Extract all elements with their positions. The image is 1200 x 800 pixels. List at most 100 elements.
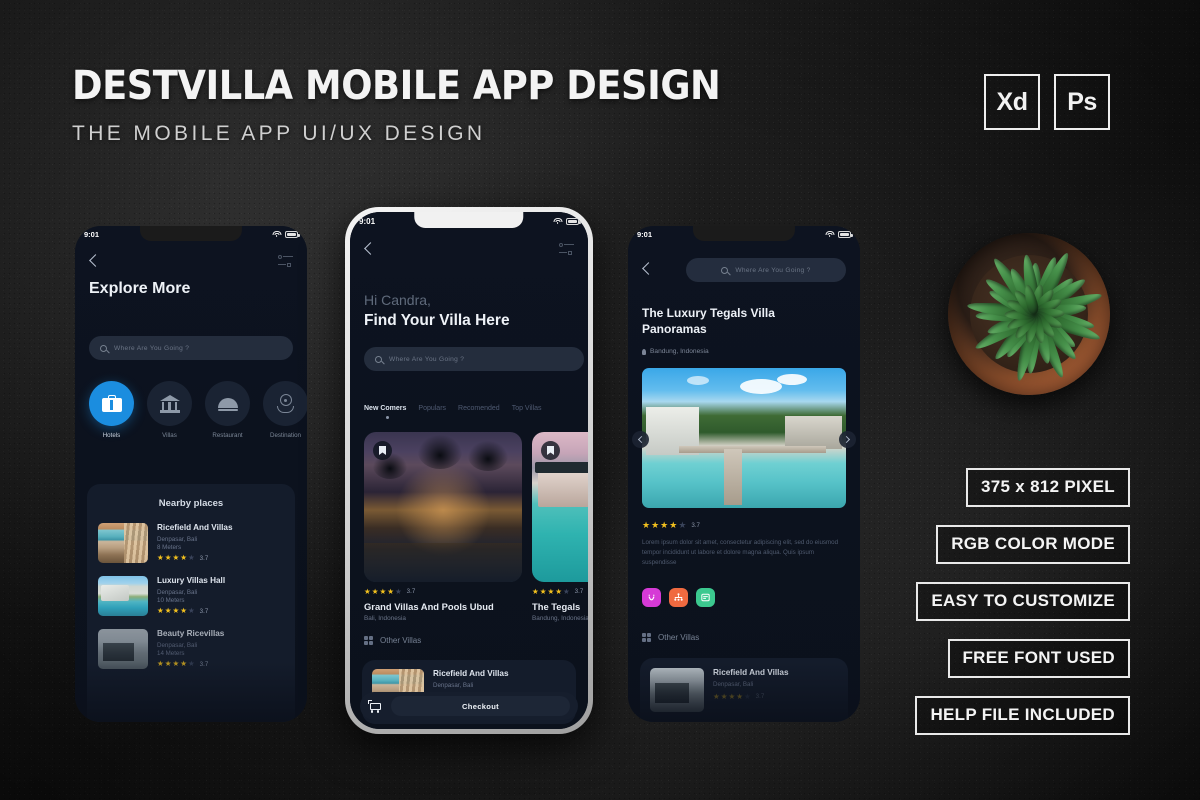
other-villas-label: Other Villas <box>380 636 422 645</box>
phone-right: 9:01 Where Are You Going ? The Luxury Te… <box>628 226 860 722</box>
page-title: DESTVILLA MOBILE APP DESIGN <box>72 63 721 109</box>
wifi-icon <box>825 230 834 238</box>
wifi-icon <box>553 217 562 225</box>
adobe-xd-icon: Xd <box>984 74 1040 130</box>
category-icon-wrap <box>147 381 192 426</box>
rating-value: 3.7 <box>755 693 765 700</box>
search-input[interactable]: Where Are You Going ? <box>89 336 293 360</box>
rating-value: 3.7 <box>199 660 209 668</box>
search-placeholder: Where Are You Going ? <box>389 355 465 363</box>
carousel-prev-button[interactable] <box>632 431 649 448</box>
place-name: Ricefield And Villas <box>433 669 509 678</box>
tab-recomended[interactable]: Recomended <box>458 405 500 412</box>
list-item[interactable]: Luxury Villas Hall Denpasar, Bali 10 Met… <box>98 576 284 616</box>
tab-top-villas[interactable]: Top Villas <box>512 405 542 412</box>
status-time: 9:01 <box>84 229 100 239</box>
category-destination[interactable]: Destination <box>263 381 307 439</box>
rating-value: 3.7 <box>691 522 700 529</box>
phone-center-screen: 9:01 Hi Candra, Find Your Villa Here Whe… <box>350 212 588 729</box>
other-villas-header[interactable]: Other Villas <box>642 633 699 642</box>
villa-detail-location: Bandung, Indonesia <box>650 348 709 355</box>
nearby-places-title: Nearby places <box>158 498 224 509</box>
status-indicators <box>553 217 581 225</box>
place-thumbnail <box>98 523 148 563</box>
list-item[interactable]: Beauty Ricevillas Denpasar, Bali 14 Mete… <box>98 629 284 669</box>
carousel-next-button[interactable] <box>839 431 856 448</box>
place-thumbnail <box>650 668 704 712</box>
category-label: Destination <box>270 432 301 439</box>
status-indicators <box>825 230 853 238</box>
category-list: Hotels Villas Restaurant Destination <box>89 381 307 439</box>
place-location: Denpasar, Bali <box>157 588 198 596</box>
battery-icon <box>838 230 853 238</box>
category-label: Restaurant <box>212 432 243 439</box>
villa-photo <box>532 432 588 582</box>
briefcase-icon <box>101 395 122 412</box>
bookmark-button[interactable] <box>373 441 392 460</box>
adobe-photoshop-icon: Ps <box>1054 74 1110 130</box>
search-input[interactable]: Where Are You Going ? <box>364 347 584 371</box>
villa-card[interactable]: ★ ★ ★ ★ ★ 3.7 The Tegals Bandung, Indonesia <box>532 432 588 622</box>
search-icon <box>375 355 382 363</box>
rating-value: 3.7 <box>199 607 209 615</box>
rating-stars: ★ ★ ★ ★ ★ 3.7 <box>157 659 209 669</box>
rating-stars: ★ ★ ★ ★ ★ 3.7 <box>713 691 765 701</box>
phone-left-screen: 9:01 Explore More Where Are You Going ? … <box>75 226 307 722</box>
villa-card[interactable]: ★ ★ ★ ★ ★ 3.7 Grand Villas And Pools Ubud Ba… <box>364 432 522 622</box>
checkout-button[interactable]: Checkout <box>391 696 570 716</box>
grid-icon <box>364 636 373 645</box>
top-bar <box>75 248 307 274</box>
villa-detail-location-row: Bandung, Indonesia <box>642 348 709 355</box>
filter-settings-icon[interactable] <box>278 254 293 269</box>
list-item[interactable]: Ricefield And Villas Denpasar, Bali 8 Me… <box>98 523 284 563</box>
back-chevron-icon[interactable] <box>642 262 651 277</box>
rating-stars: ★ ★ ★ ★ ★ 3.7 <box>157 553 209 563</box>
back-chevron-icon[interactable] <box>364 242 373 257</box>
place-name: Ricefield And Villas <box>713 668 789 677</box>
phone-left: 9:01 Explore More Where Are You Going ? … <box>75 226 307 722</box>
villa-name: Grand Villas And Pools Ubud <box>364 600 494 612</box>
page-heading: Explore More <box>89 280 191 297</box>
place-name: Beauty Ricevillas <box>157 629 225 638</box>
villa-location: Bali, Indonesia <box>364 614 406 622</box>
category-villas[interactable]: Villas <box>147 381 192 439</box>
location-pin-icon <box>276 394 295 413</box>
page-heading: Find Your Villa Here <box>364 312 510 329</box>
feature-badge: RGB COLOR MODE <box>936 525 1130 564</box>
place-distance: 14 Meters <box>157 650 185 658</box>
phone-center-body: 9:01 Hi Candra, Find Your Villa Here Whe… <box>350 212 588 729</box>
amenity-pink-icon[interactable] <box>642 588 661 607</box>
rating-value: 3.7 <box>406 588 416 596</box>
phone-right-body: 9:01 Where Are You Going ? The Luxury Te… <box>628 226 860 722</box>
category-restaurant[interactable]: Restaurant <box>205 381 250 439</box>
shopping-cart-icon[interactable] <box>368 699 382 713</box>
bookmark-button[interactable] <box>541 441 560 460</box>
amenity-green-icon[interactable] <box>696 588 715 607</box>
nearby-places-panel: Nearby places Ricefield And Villas Denpa… <box>87 484 295 722</box>
category-icon-wrap <box>89 381 134 426</box>
feature-badge: HELP FILE INCLUDED <box>915 696 1130 735</box>
status-bar: 9:01 <box>75 226 307 242</box>
back-chevron-icon[interactable] <box>89 254 98 269</box>
category-icon-wrap <box>205 381 250 426</box>
status-time: 9:01 <box>637 229 653 239</box>
place-distance: 10 Meters <box>157 597 185 605</box>
list-item[interactable]: Ricefield And Villas Denpasar, Bali ★ ★ ★ ★… <box>650 668 838 712</box>
amenity-orange-icon[interactable] <box>669 588 688 607</box>
tab-populars[interactable]: Populars <box>418 405 446 412</box>
location-pin-icon <box>642 348 646 355</box>
status-indicators <box>272 230 300 238</box>
tab-new-comers[interactable]: New Comers <box>364 405 406 412</box>
villa-location: Bandung, Indonesia <box>532 614 588 622</box>
villa-detail-title: The Luxury Tegals Villa Panoramas <box>642 306 775 336</box>
other-villas-header[interactable]: Other Villas <box>364 636 421 645</box>
rating-stars: ★ ★ ★ ★ ★ 3.7 <box>642 520 700 530</box>
battery-icon <box>285 230 300 238</box>
category-hotels[interactable]: Hotels <box>89 381 134 439</box>
rating-value: 3.7 <box>199 554 209 562</box>
status-bar: 9:01 <box>350 212 588 230</box>
place-location: Denpasar, Bali <box>157 535 198 543</box>
filter-settings-icon[interactable] <box>559 242 574 257</box>
grid-icon <box>642 633 651 642</box>
place-location: Denpasar, Bali <box>433 681 474 689</box>
